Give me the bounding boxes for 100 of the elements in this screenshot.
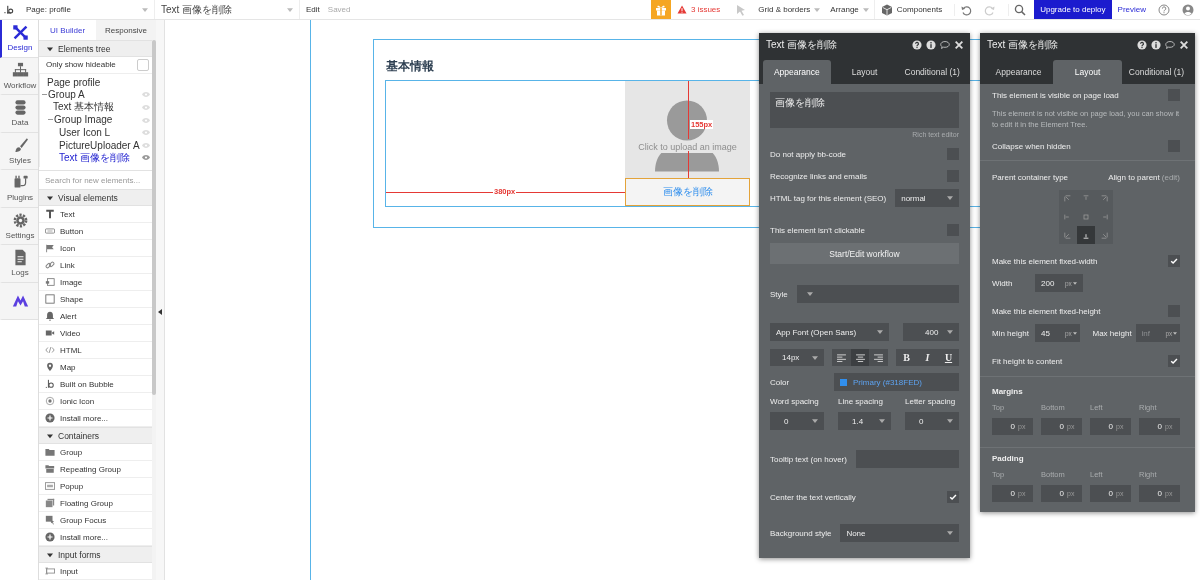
align-center-icon — [855, 353, 865, 362]
info-icon[interactable] — [926, 40, 936, 50]
eye-icon[interactable] — [142, 105, 150, 111]
number-field[interactable]: 0 — [992, 485, 1018, 502]
select-dropdown[interactable]: None — [840, 524, 959, 542]
weight-dropdown[interactable]: 400 — [903, 323, 959, 341]
undo-icon[interactable] — [954, 3, 973, 16]
spacing-dropdown[interactable]: 1.4 — [838, 412, 891, 430]
rail-tab[interactable]: Plugins — [0, 170, 38, 208]
eye-icon[interactable] — [142, 92, 150, 98]
number-field[interactable]: 0 — [992, 418, 1018, 435]
rail-tab[interactable]: Settings — [0, 207, 38, 245]
preview-link[interactable]: Preview — [1111, 5, 1152, 14]
checkbox[interactable] — [1168, 355, 1180, 367]
tree-item[interactable]: PictureUploader A — [40, 138, 152, 152]
option-label: This element isn't clickable — [770, 225, 865, 235]
tree-item[interactable]: Text 画像を削除 — [40, 151, 152, 164]
section-header[interactable]: Containers — [39, 427, 152, 444]
underline-button[interactable]: U — [938, 349, 959, 366]
tree-item[interactable]: Group Image — [40, 113, 152, 127]
sidebar-tab[interactable]: Responsive — [96, 20, 156, 40]
search-field[interactable]: Search for new elements... — [39, 170, 152, 189]
tree-item[interactable]: Group A — [40, 88, 152, 102]
number-field[interactable]: 0 — [1041, 418, 1067, 435]
eye-icon[interactable] — [142, 117, 150, 123]
caret-icon — [812, 419, 818, 423]
window-icon — [45, 481, 55, 491]
number-field[interactable]: 200 — [1035, 274, 1065, 292]
scrollbar-thumb[interactable] — [152, 40, 156, 395]
number-field[interactable]: 0 — [1139, 485, 1165, 502]
number-field[interactable]: 0 — [1139, 418, 1165, 435]
panel-tab[interactable]: Layout — [830, 60, 899, 84]
rail-tab[interactable] — [0, 282, 38, 320]
tree-item[interactable]: Page profile — [40, 75, 152, 89]
help-icon[interactable] — [1137, 40, 1147, 50]
spacing-dropdown[interactable]: 0 — [770, 412, 824, 430]
tree-item[interactable]: User Icon L — [40, 126, 152, 139]
number-field[interactable]: 0 — [1090, 485, 1116, 502]
caret-icon[interactable] — [158, 309, 162, 315]
components-button[interactable]: Components — [873, 0, 949, 19]
workflow-button[interactable]: Start/Edit workflow — [770, 243, 959, 264]
page-dropdown[interactable]: Page: profile — [20, 0, 155, 19]
element-dropdown[interactable]: Text 画像を削除 — [155, 0, 300, 19]
heading-text[interactable]: 基本情報 — [386, 58, 434, 75]
edit-menu[interactable]: Edit — [306, 5, 320, 14]
size-dropdown[interactable]: 14px — [770, 349, 824, 366]
caret-icon — [47, 45, 53, 52]
comment-icon[interactable] — [1165, 40, 1175, 50]
align-cell[interactable] — [1077, 226, 1095, 244]
eye-icon[interactable] — [142, 130, 150, 136]
bold-button[interactable]: B — [896, 349, 917, 366]
number-field[interactable]: 45 — [1035, 324, 1065, 342]
checkbox[interactable] — [137, 58, 149, 71]
element-item[interactable]: Floating Group — [39, 495, 152, 512]
tree-item[interactable]: Text 基本情報 — [40, 101, 152, 114]
font-dropdown[interactable]: App Font (Open Sans) — [770, 323, 889, 341]
element-item[interactable]: Group — [39, 444, 152, 461]
close-icon[interactable] — [1179, 40, 1189, 50]
search-icon[interactable] — [1008, 3, 1027, 16]
upgrade-button[interactable]: Upgrade to deploy — [1034, 0, 1112, 19]
help-icon[interactable] — [912, 40, 922, 50]
section-header[interactable]: Input forms — [39, 546, 152, 563]
comment-icon[interactable] — [940, 40, 950, 50]
caret-icon — [879, 419, 885, 423]
rail-tab[interactable]: Data — [0, 95, 38, 133]
panel-tab[interactable]: Appearance — [984, 60, 1053, 84]
number-field[interactable]: 0 — [1041, 485, 1067, 502]
eye-icon[interactable] — [142, 142, 150, 148]
align-button[interactable] — [850, 349, 870, 366]
rail-tab[interactable]: Logs — [0, 245, 38, 283]
gift-button[interactable] — [650, 0, 671, 19]
checkbox[interactable] — [1168, 255, 1180, 267]
panel-tab[interactable]: Conditional (1) — [1122, 60, 1191, 84]
select-dropdown[interactable]: normal — [895, 189, 959, 207]
panel-tab[interactable]: Conditional (1) — [898, 60, 966, 84]
element-item[interactable]: Input — [39, 563, 152, 580]
info-icon[interactable] — [1151, 40, 1161, 50]
arrange-menu[interactable]: Arrange — [825, 5, 874, 14]
close-icon[interactable] — [954, 40, 964, 50]
issues-button[interactable]: 3 issues — [670, 5, 730, 14]
rich-text-field[interactable]: 画像を削除 — [770, 92, 959, 128]
panel-tab[interactable]: Appearance — [763, 60, 831, 84]
rail-tab[interactable]: Design — [0, 20, 38, 58]
rail-tab[interactable]: Styles — [0, 132, 38, 170]
warning-icon — [676, 5, 687, 14]
grid-menu[interactable]: Grid & borders — [753, 5, 826, 14]
section-header[interactable]: Visual elements — [39, 189, 152, 206]
user-icon[interactable] — [1182, 3, 1194, 16]
spacing-dropdown[interactable]: 0 — [905, 412, 959, 430]
section-header[interactable]: Elements tree — [39, 40, 152, 57]
element-item[interactable]: Ionic Icon — [39, 393, 152, 410]
italic-button[interactable]: I — [917, 349, 938, 366]
eye-icon[interactable] — [142, 155, 150, 161]
checkbox[interactable] — [947, 491, 959, 503]
option-label: Recognize links and emails — [770, 171, 867, 181]
panel-tab[interactable]: Layout — [1053, 60, 1122, 84]
align-arrow-icon — [1082, 195, 1090, 203]
element-item[interactable]: Repeating Group — [39, 461, 152, 478]
number-field[interactable]: 0 — [1090, 418, 1116, 435]
rail-tab[interactable]: Workflow — [0, 57, 38, 95]
